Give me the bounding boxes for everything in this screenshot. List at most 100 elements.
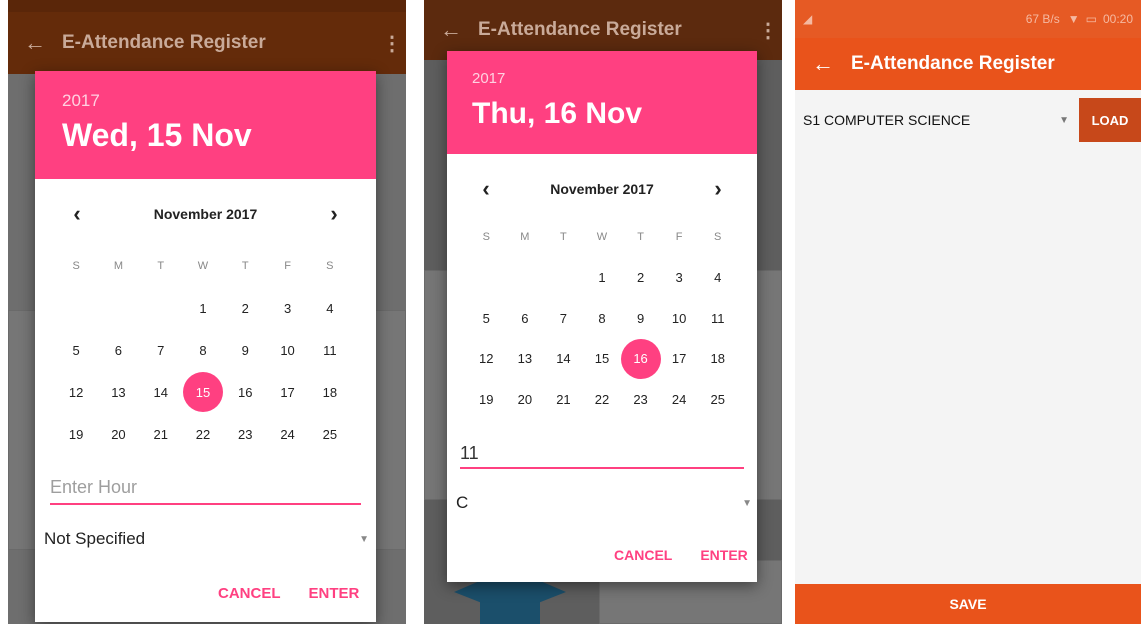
empty-day-cell	[506, 258, 545, 299]
date-picker-dialog: 2017 Wed, 15 Nov ‹ November 2017 › SMTWT…	[35, 71, 376, 622]
selected-day[interactable]: 15	[182, 371, 224, 413]
day-cell[interactable]: 10	[660, 298, 699, 339]
date-picker-header: 2017 Thu, 16 Nov	[447, 51, 757, 154]
selected-date[interactable]: Thu, 16 Nov	[472, 97, 642, 131]
day-cell[interactable]: 23	[224, 413, 266, 455]
dropdown-caret-icon: ▼	[359, 533, 369, 545]
day-cell[interactable]: 13	[506, 339, 545, 380]
chevron-right-icon[interactable]: ›	[292, 201, 376, 227]
day-cell[interactable]: 12	[55, 371, 97, 413]
day-cell[interactable]: 19	[467, 379, 506, 420]
day-cell[interactable]: 3	[660, 258, 699, 299]
section-spinner[interactable]: Not Specified ▼	[44, 526, 369, 552]
day-cell[interactable]: 4	[309, 287, 351, 329]
dialog-actions: CANCEL ENTER	[218, 585, 359, 602]
weekday-label: S	[482, 231, 490, 244]
wifi-icon: ▼	[1067, 12, 1080, 26]
day-cell[interactable]: 7	[544, 298, 583, 339]
day-cell[interactable]: 8	[182, 329, 224, 371]
month-navigation: ‹ November 2017 ›	[35, 199, 376, 229]
app-bar: ← E-Attendance Register	[795, 38, 1141, 90]
overflow-menu-icon[interactable]: ⋮	[378, 31, 406, 56]
day-cell[interactable]: 9	[224, 329, 266, 371]
class-value: S1 COMPUTER SCIENCE	[803, 112, 971, 128]
day-cell[interactable]: 19	[55, 413, 97, 455]
weekday-label: W	[596, 231, 608, 244]
day-cell[interactable]: 10	[266, 329, 308, 371]
day-cell[interactable]: 2	[224, 287, 266, 329]
cancel-button[interactable]: CANCEL	[614, 547, 672, 563]
back-arrow-icon[interactable]: ←	[424, 17, 478, 43]
back-arrow-icon[interactable]: ←	[8, 30, 62, 56]
weekday-label: M	[520, 231, 530, 244]
day-cell[interactable]: 9	[621, 298, 660, 339]
day-cell[interactable]: 25	[698, 379, 737, 420]
day-cell[interactable]: 6	[97, 329, 139, 371]
enter-button[interactable]: ENTER	[309, 585, 360, 602]
day-cell[interactable]: 4	[698, 258, 737, 299]
selected-day[interactable]: 16	[621, 339, 660, 380]
overflow-menu-icon[interactable]: ⋮	[754, 18, 782, 43]
day-cell[interactable]: 5	[55, 329, 97, 371]
day-cell[interactable]: 18	[309, 371, 351, 413]
selected-date[interactable]: Wed, 15 Nov	[62, 117, 252, 154]
cancel-button[interactable]: CANCEL	[218, 585, 281, 602]
day-cell[interactable]: 22	[182, 413, 224, 455]
month-navigation: ‹ November 2017 ›	[447, 175, 757, 203]
day-cell[interactable]: 8	[583, 298, 622, 339]
hour-input[interactable]: Enter Hour	[50, 477, 361, 505]
day-cell[interactable]: 14	[140, 371, 182, 413]
dropdown-caret-icon: ▼	[1059, 114, 1069, 126]
day-cell[interactable]: 22	[583, 379, 622, 420]
load-button[interactable]: LOAD	[1079, 98, 1141, 142]
system-status-bar: ◢ 67 B/s ▼ ▭ 00:20	[795, 0, 1141, 38]
day-cell[interactable]: 20	[97, 413, 139, 455]
day-cell[interactable]: 16	[224, 371, 266, 413]
day-cell[interactable]: 2	[621, 258, 660, 299]
weekday-label: S	[326, 260, 334, 272]
toolbar-title: E-Attendance Register	[478, 19, 682, 40]
day-cell[interactable]: 5	[467, 298, 506, 339]
class-spinner[interactable]: S1 COMPUTER SCIENCE ▼	[795, 112, 1079, 128]
day-cell[interactable]: 1	[583, 258, 622, 299]
hour-input[interactable]: 11	[460, 443, 744, 469]
day-cell[interactable]: 18	[698, 339, 737, 380]
day-cell[interactable]: 1	[182, 287, 224, 329]
day-cell[interactable]: 20	[506, 379, 545, 420]
day-cell[interactable]: 21	[544, 379, 583, 420]
day-cell[interactable]: 17	[660, 339, 699, 380]
back-arrow-icon[interactable]: ←	[795, 51, 851, 77]
day-cell[interactable]: 6	[506, 298, 545, 339]
day-cell[interactable]: 15	[583, 339, 622, 380]
day-cell[interactable]: 12	[467, 339, 506, 380]
day-cell[interactable]: 3	[266, 287, 308, 329]
right-screen: ◢ 67 B/s ▼ ▭ 00:20 ← E-Attendance Regist…	[795, 0, 1141, 624]
day-cell[interactable]: 24	[266, 413, 308, 455]
chevron-left-icon[interactable]: ‹	[35, 201, 119, 227]
day-cell[interactable]: 23	[621, 379, 660, 420]
dialog-actions: CANCEL ENTER	[614, 547, 748, 563]
save-button[interactable]: SAVE	[795, 584, 1141, 624]
enter-button[interactable]: ENTER	[700, 547, 747, 563]
day-cell[interactable]: 14	[544, 339, 583, 380]
day-cell[interactable]: 11	[698, 298, 737, 339]
weekday-label: F	[284, 260, 291, 272]
empty-day-cell	[544, 258, 583, 299]
day-cell[interactable]: 11	[309, 329, 351, 371]
day-cell[interactable]: 7	[140, 329, 182, 371]
day-cell[interactable]: 24	[660, 379, 699, 420]
weekday-label: W	[197, 260, 209, 272]
day-cell[interactable]: 21	[140, 413, 182, 455]
middle-screen: ← E-Attendance Register ⋮ 2017 Thu, 16 N…	[424, 0, 782, 624]
section-spinner[interactable]: C ▼	[456, 491, 752, 515]
day-cell[interactable]: 13	[97, 371, 139, 413]
clock: 00:20	[1102, 12, 1133, 26]
left-screen: ← E-Attendance Register ⋮ 2017 Wed, 15 N…	[8, 0, 406, 624]
chevron-right-icon[interactable]: ›	[679, 176, 757, 202]
day-cell[interactable]: 17	[266, 371, 308, 413]
day-cell[interactable]: 25	[309, 413, 351, 455]
toolbar: ← E-Attendance Register ⋮	[8, 12, 406, 74]
chevron-left-icon[interactable]: ‹	[447, 176, 525, 202]
selected-year[interactable]: 2017	[62, 91, 100, 111]
selected-year[interactable]: 2017	[472, 70, 505, 87]
